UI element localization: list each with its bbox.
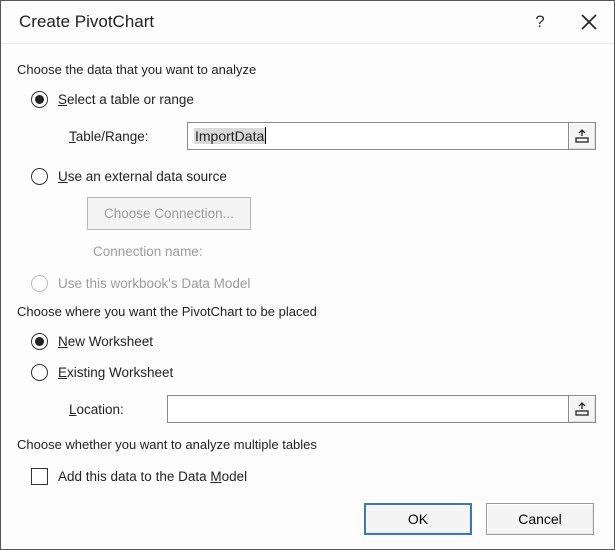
option-existing-worksheet[interactable]: Existing Worksheet [31, 364, 596, 381]
radio-icon [31, 364, 48, 381]
location-label: Location: [69, 402, 157, 417]
checkbox-label: Add this data to the Data Model [58, 469, 247, 484]
option-label: Existing Worksheet [58, 365, 173, 380]
connection-name-label: Connection name: [93, 244, 596, 259]
option-label: Use this workbook's Data Model [58, 276, 250, 291]
create-pivotchart-dialog: Create PivotChart ? Choose the data that… [0, 0, 615, 550]
collapse-dialog-icon[interactable] [568, 395, 596, 423]
table-range-input-wrap: ImportData [187, 122, 596, 150]
radio-icon [31, 275, 48, 292]
dialog-content: Choose the data that you want to analyze… [1, 44, 614, 493]
option-use-data-model: Use this workbook's Data Model [31, 275, 596, 292]
table-range-input[interactable]: ImportData [187, 122, 568, 150]
section-analyze-heading: Choose the data that you want to analyze [17, 62, 596, 77]
radio-icon [31, 333, 48, 350]
close-icon[interactable] [578, 11, 600, 33]
section-multiple-tables-heading: Choose whether you want to analyze multi… [17, 437, 596, 452]
table-range-row: Table/Range: ImportData [69, 122, 596, 150]
radio-icon [31, 168, 48, 185]
option-label: New Worksheet [58, 334, 153, 349]
table-range-label: Table/Range: [69, 129, 177, 144]
option-select-table-or-range[interactable]: Select a table or range [31, 91, 596, 108]
checkbox-icon [31, 468, 48, 485]
section-placement-heading: Choose where you want the PivotChart to … [17, 304, 596, 319]
option-external-data-source[interactable]: Use an external data source [31, 168, 596, 185]
titlebar-buttons: ? [530, 11, 600, 33]
collapse-dialog-icon[interactable] [568, 122, 596, 150]
titlebar: Create PivotChart ? [1, 1, 614, 44]
dialog-title: Create PivotChart [19, 12, 530, 32]
choose-connection-button: Choose Connection... [87, 197, 251, 230]
cancel-button[interactable]: Cancel [486, 503, 594, 535]
checkbox-add-to-data-model[interactable]: Add this data to the Data Model [31, 468, 596, 485]
radio-icon [31, 91, 48, 108]
location-input[interactable] [167, 395, 568, 423]
option-new-worksheet[interactable]: New Worksheet [31, 333, 596, 350]
help-icon[interactable]: ? [530, 12, 550, 32]
option-label: Use an external data source [58, 169, 227, 184]
ok-button[interactable]: OK [364, 503, 472, 535]
dialog-buttons: OK Cancel [1, 493, 614, 549]
location-input-wrap [167, 395, 596, 423]
location-row: Location: [69, 395, 596, 423]
option-label: Select a table or range [58, 92, 194, 107]
choose-connection-row: Choose Connection... [87, 197, 596, 230]
